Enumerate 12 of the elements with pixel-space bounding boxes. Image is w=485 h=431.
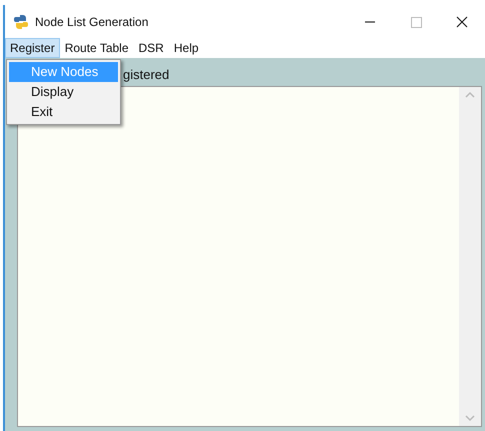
python-icon bbox=[13, 14, 29, 30]
menu-item[interactable]: Route Table bbox=[60, 38, 134, 58]
menu-item[interactable]: Register bbox=[5, 38, 60, 58]
scroll-down-icon[interactable] bbox=[465, 414, 475, 422]
menu-item[interactable]: Help bbox=[168, 38, 204, 58]
window-title: Node List Generation bbox=[35, 14, 148, 30]
scrollbar[interactable] bbox=[459, 87, 481, 426]
menu-item[interactable]: DSR bbox=[134, 38, 169, 58]
panel-label: gistered bbox=[123, 66, 170, 84]
menu-option[interactable]: Display bbox=[9, 82, 118, 102]
menu-option[interactable]: Exit bbox=[9, 102, 118, 122]
scroll-up-icon[interactable] bbox=[465, 91, 475, 99]
